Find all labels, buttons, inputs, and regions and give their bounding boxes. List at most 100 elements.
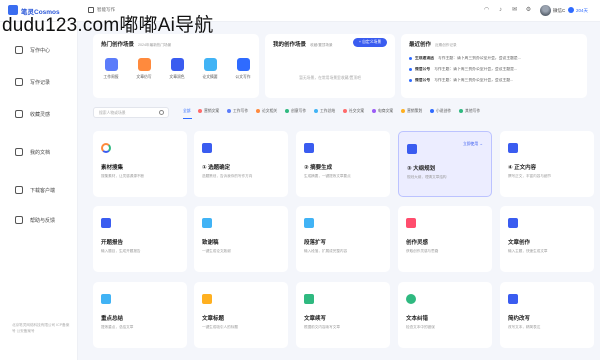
card-title: 致谢稿 — [202, 240, 219, 246]
card-title: 开题报告 — [101, 240, 124, 246]
sidebar-footer: 北京笔灵网络科技有限公司 ICP备案号 公安备案号 — [12, 323, 70, 333]
topic-icon — [202, 143, 212, 153]
tab-category[interactable]: 创意写作 — [285, 109, 306, 114]
monitor-icon — [15, 186, 23, 194]
document-icon — [15, 148, 23, 156]
sidebar-item-writing-history[interactable]: 写作记录 — [6, 74, 72, 90]
card-title: 简约改写 — [508, 316, 531, 322]
card-desc: 输入主题，快速生成文章 — [508, 249, 548, 253]
vip-days: 204天 — [576, 8, 589, 13]
tab-category[interactable]: 工作总结 — [314, 109, 335, 114]
scene-card[interactable]: 创作灵感 获取创作灵感与思路 — [398, 206, 492, 272]
card-title: ④ 正文内容 — [508, 165, 537, 171]
recent-title: 最近创作 近期创作记录 — [409, 42, 457, 48]
check-icon — [406, 294, 416, 304]
recent-item[interactable]: 微信公号 写作主题：请下周三到办公室开会，会议主题... — [409, 78, 559, 83]
sidebar-item-writing-center[interactable]: 写作中心 — [6, 42, 72, 58]
card-title: 素材搜集 — [101, 165, 124, 171]
hot-scene-label: 公文写作 — [235, 75, 251, 79]
history-icon — [15, 78, 23, 86]
sidebar-item-download[interactable]: 下载客户端 — [6, 182, 72, 198]
continue-icon — [304, 294, 314, 304]
hot-scene-label: 论文摘要 — [202, 75, 218, 79]
scene-card[interactable]: ② 摘要生成 生成摘要，一键提炼文章要点 — [296, 131, 390, 197]
recent-item[interactable]: 生成邀请函 写作主题：请下周三到办公室开会，会议主题是... — [409, 56, 559, 61]
scene-card[interactable]: 致谢稿 一键生成论文致谢 — [194, 206, 288, 272]
card-desc: 撰写正文，丰富内容与细节 — [508, 174, 552, 178]
headset-icon[interactable]: ◠ — [483, 7, 490, 14]
hot-scenes-title: 热门创作场景 2024年最新热门场景 — [101, 42, 172, 48]
card-title: ② 摘要生成 — [304, 165, 333, 171]
tab-category[interactable]: 其他写作 — [459, 109, 480, 114]
card-desc: 改写文本，精简表达 — [508, 325, 541, 329]
hot-scene-label: 文章仿写 — [136, 75, 152, 79]
scene-card[interactable]: 文章续写 根据前文内容续写文章 — [296, 282, 390, 348]
hot-scene-imitation[interactable]: 文章仿写 — [133, 58, 155, 80]
scene-card[interactable]: ① 选题确定 选题策划，告诉我你的写作方向 — [194, 131, 288, 197]
abstract-icon — [304, 143, 314, 153]
hot-scene-label: 文章润色 — [169, 75, 185, 79]
card-desc: 一键生成论文致谢 — [202, 249, 231, 253]
tab-category[interactable]: 工作写作 — [227, 109, 248, 114]
tab-all[interactable]: 全部 — [183, 109, 191, 114]
card-title: 文章续写 — [304, 316, 327, 322]
scene-card[interactable]: 段落扩写 输入段落，扩展成完整内容 — [296, 206, 390, 272]
rewrite-icon — [508, 294, 518, 304]
tab-category[interactable]: 论文相关 — [256, 109, 277, 114]
vip-icon — [568, 7, 574, 13]
sidebar-item-favorites[interactable]: 收藏灵感 — [6, 106, 72, 122]
title-icon — [202, 294, 212, 304]
mail-icon[interactable]: ✉ — [511, 7, 518, 14]
tab-category[interactable]: 电商文案 — [372, 109, 393, 114]
home-icon — [15, 46, 23, 54]
copy-icon — [137, 58, 151, 71]
sidebar-item-label: 写作记录 — [30, 80, 51, 86]
scene-card[interactable]: 文章创作 输入主题，快速生成文章 — [500, 206, 594, 272]
scene-card[interactable]: 重点总结 提炼重点，总结文章 — [93, 282, 187, 348]
recent-item[interactable]: 微信公号 写作主题：请下周三到办公室开会，会议主题是... — [409, 67, 559, 72]
sidebar-item-feedback[interactable]: 帮助与反馈 — [6, 212, 72, 228]
settings-icon[interactable]: ⚙ — [525, 7, 532, 14]
abstract-icon — [203, 58, 217, 71]
scene-card[interactable]: 开题报告 输入题目，生成开题报告 — [93, 206, 187, 272]
active-tab-indicator — [183, 118, 192, 119]
tab-category[interactable]: 营销文案 — [198, 109, 219, 114]
sidebar-item-label: 我的文档 — [30, 150, 51, 156]
sidebar-item-label: 收藏灵感 — [30, 112, 51, 118]
sidebar-item-my-docs[interactable]: 我的文档 — [6, 144, 72, 160]
scene-card[interactable]: 素材搜集 搜集素材，让灵感源源不断 — [93, 131, 187, 197]
card-desc: 获取创作灵感与思路 — [406, 249, 439, 253]
scene-card[interactable]: ④ 正文内容 撰写正文，丰富内容与细节 — [500, 131, 594, 197]
official-doc-icon — [236, 58, 250, 71]
my-scenes-title: 我的创作场景 收藏/置顶场景 — [273, 42, 333, 48]
card-desc: 提炼重点，总结文章 — [101, 325, 134, 329]
card-title: 创作灵感 — [406, 240, 429, 246]
help-icon — [15, 216, 23, 224]
tab-category[interactable]: 营销策划 — [401, 109, 422, 114]
user-name[interactable]: 微信C — [553, 8, 565, 14]
search-icon[interactable] — [159, 110, 164, 115]
scene-card[interactable]: 文本纠错 检查文本中的错误 — [398, 282, 492, 348]
card-desc: 输入段落，扩展成完整内容 — [304, 249, 348, 253]
summary-icon — [101, 294, 111, 304]
hot-scene-abstract[interactable]: 论文摘要 — [199, 58, 221, 80]
card-title: 段落扩写 — [304, 240, 327, 246]
scene-card[interactable]: 文章标题 一键生成吸引人的标题 — [194, 282, 288, 348]
search-input[interactable]: 搜索人物或场景 — [93, 107, 169, 118]
scene-card[interactable]: 立即使用 → ③ 大纲规划 规划大纲，理清文章结构 — [398, 131, 492, 197]
watermark-text: dudu123.com嘟嘟Ai导航 — [2, 15, 214, 36]
use-now-link[interactable]: 立即使用 → — [463, 142, 483, 147]
card-title: 重点总结 — [101, 316, 124, 322]
polish-icon — [170, 58, 184, 71]
tab-category[interactable]: 小说创作 — [430, 109, 451, 114]
expand-icon — [304, 218, 314, 228]
hot-scene-weekly-report[interactable]: 工作周报 — [100, 58, 122, 80]
scene-card[interactable]: 简约改写 改写文本，精简表达 — [500, 282, 594, 348]
bell-icon[interactable]: ♪ — [497, 7, 504, 14]
avatar[interactable] — [540, 5, 551, 16]
add-custom-scene-button[interactable]: + 自定义场景 — [353, 38, 387, 47]
hot-scene-polish[interactable]: 文章润色 — [166, 58, 188, 80]
tab-category[interactable]: 社交文案 — [343, 109, 364, 114]
my-scenes-panel: 我的创作场景 收藏/置顶场景 + 自定义场景 暂无场景，在常用场景里收藏/置顶吧 — [265, 34, 395, 98]
hot-scene-official[interactable]: 公文写作 — [232, 58, 254, 80]
